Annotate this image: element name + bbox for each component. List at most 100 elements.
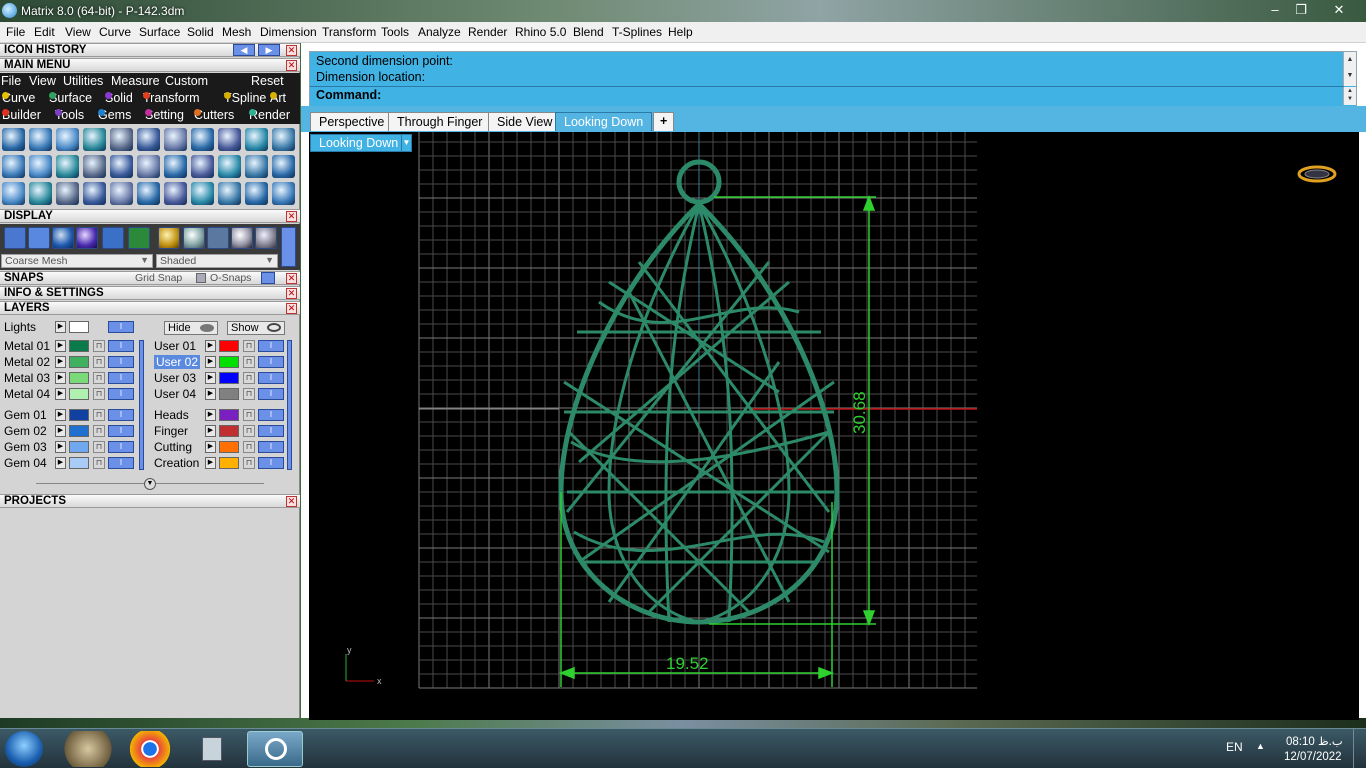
layer-color-swatch[interactable] [219, 457, 239, 469]
builder-surface[interactable]: Surface [49, 91, 92, 105]
builder-setting[interactable]: Setting [145, 108, 184, 122]
chrome-material-icon[interactable] [231, 227, 253, 249]
snaps-header[interactable]: SNAPS Grid Snap O-Snaps ✕ [0, 271, 300, 285]
layers-header[interactable]: LAYERS ✕ [0, 301, 300, 315]
main-menu-measure[interactable]: Measure [111, 74, 160, 88]
layer-name[interactable]: Cutting [154, 440, 192, 454]
close-button[interactable]: ✕ [1318, 1, 1360, 19]
icon-history-header[interactable]: ICON HISTORY ◀ ▶ ✕ [0, 43, 300, 57]
command-input-scrollbar[interactable]: ▲ ▼ [1343, 87, 1356, 105]
close-icon[interactable]: ✕ [286, 303, 297, 314]
layer-name[interactable]: User 01 [154, 339, 196, 353]
layer-visibility-toggle[interactable]: I [258, 340, 284, 352]
layer-color-swatch[interactable] [219, 356, 239, 368]
main-menu-utilities[interactable]: Utilities [63, 74, 103, 88]
builder-transform[interactable]: Transform [143, 91, 200, 105]
menu-dimension[interactable]: Dimension [260, 25, 317, 39]
builder-cutters[interactable]: Cutters [194, 108, 234, 122]
layer-color-swatch[interactable] [219, 441, 239, 453]
layer-row-user-04[interactable]: User 04 ▶ ⊓ I [150, 387, 290, 402]
gem-icon[interactable] [272, 128, 295, 151]
builder-tspline[interactable]: TSpline [224, 91, 266, 105]
layer-row-gem-02[interactable]: Gem 02 ▶ ⊓ I [0, 424, 140, 439]
lock-icon[interactable]: ⊓ [93, 409, 105, 421]
expand-arrow-icon[interactable]: ▶ [205, 388, 216, 400]
chain-icon[interactable] [2, 155, 25, 178]
display-off-icon[interactable] [255, 227, 277, 249]
layer-row-metal-04[interactable]: Metal 04 ▶ ⊓ I [0, 387, 140, 402]
layer-name[interactable]: Metal 02 [4, 355, 50, 369]
explode-icon[interactable] [164, 182, 187, 205]
main-menu-header[interactable]: MAIN MENU ✕ [0, 58, 300, 72]
layer-visibility-toggle[interactable]: I [108, 409, 134, 421]
layer-color-swatch[interactable] [69, 372, 89, 384]
tab-perspective[interactable]: Perspective [310, 112, 394, 131]
layer-color-swatch[interactable] [69, 321, 89, 333]
layer-visibility-toggle[interactable]: I [108, 321, 134, 333]
layer-color-swatch[interactable] [219, 340, 239, 352]
circle-icon[interactable] [272, 182, 295, 205]
layer-visibility-toggle[interactable]: I [108, 356, 134, 368]
show-layers-button[interactable]: Show [227, 321, 285, 335]
paint-icon[interactable] [60, 731, 116, 767]
viewport-canvas[interactable]: 19.52 30.68 y x [309, 132, 1359, 720]
history-back-arrow-icon[interactable]: ◀ [233, 44, 255, 56]
shade-mode-select[interactable]: Shaded ▼ [156, 254, 278, 268]
menu-surface[interactable]: Surface [139, 25, 180, 39]
gumball-icon[interactable] [28, 227, 50, 249]
arc-icon[interactable] [29, 182, 52, 205]
menu-view[interactable]: View [65, 25, 91, 39]
builder-solid[interactable]: Solid [105, 91, 133, 105]
menu-analyze[interactable]: Analyze [418, 25, 461, 39]
grid-snap-toggle[interactable]: Grid Snap [135, 272, 182, 284]
lock-icon[interactable]: ⊓ [243, 372, 255, 384]
expand-arrow-icon[interactable]: ▶ [55, 321, 66, 333]
bezel-icon[interactable] [191, 155, 214, 178]
expand-arrow-icon[interactable]: ▶ [205, 441, 216, 453]
layer-color-swatch[interactable] [219, 409, 239, 421]
tray-arrow-icon[interactable]: ▲ [1256, 741, 1265, 751]
mesh-quality-select[interactable]: Coarse Mesh ▼ [1, 254, 153, 268]
layer-row-gem-03[interactable]: Gem 03 ▶ ⊓ I [0, 440, 140, 455]
snaps-visibility-toggle[interactable] [261, 272, 275, 284]
menu-mesh[interactable]: Mesh [222, 25, 251, 39]
menu-tsplines[interactable]: T-Splines [612, 25, 662, 39]
lock-icon[interactable]: ⊓ [243, 457, 255, 469]
chip-icon[interactable] [137, 128, 160, 151]
menu-curve[interactable]: Curve [99, 25, 131, 39]
layer-color-swatch[interactable] [69, 409, 89, 421]
language-indicator[interactable]: EN [1226, 740, 1243, 754]
layer-color-swatch[interactable] [69, 356, 89, 368]
layer-color-swatch[interactable] [219, 372, 239, 384]
menu-blend[interactable]: Blend [573, 25, 604, 39]
layer-row-gem-01[interactable]: Gem 01 ▶ ⊓ I [0, 408, 140, 423]
expand-arrow-icon[interactable]: ▶ [55, 409, 66, 421]
trim-icon[interactable] [245, 182, 268, 205]
layer-visibility-toggle[interactable]: I [108, 441, 134, 453]
builder-gems[interactable]: Gems [98, 108, 131, 122]
builder-curve[interactable]: Curve [2, 91, 35, 105]
texture-icon[interactable] [56, 155, 79, 178]
script-icon[interactable] [272, 155, 295, 178]
sweep-icon[interactable] [191, 128, 214, 151]
expand-arrow-icon[interactable]: ▶ [55, 388, 66, 400]
layer-row-lights[interactable]: Lights ▶ I [0, 320, 150, 335]
menu-solid[interactable]: Solid [187, 25, 214, 39]
layer-visibility-toggle[interactable]: I [258, 372, 284, 384]
start-button[interactable] [5, 731, 43, 767]
close-icon[interactable]: ✕ [286, 273, 297, 284]
chrome-icon[interactable] [122, 731, 178, 767]
layer-color-swatch[interactable] [219, 425, 239, 437]
builder-render[interactable]: Render [249, 108, 290, 122]
paper-icon[interactable] [110, 155, 133, 178]
layer-row-gem-04[interactable]: Gem 04 ▶ ⊓ I [0, 456, 140, 471]
expand-panel-icon[interactable]: ▼ [144, 478, 156, 490]
maximize-button[interactable]: ❐ [1288, 1, 1314, 19]
layer-visibility-toggle[interactable]: I [258, 409, 284, 421]
projects-header[interactable]: PROJECTS ✕ [0, 494, 300, 508]
wireframe-icon[interactable] [4, 227, 26, 249]
history-forward-arrow-icon[interactable]: ▶ [258, 44, 280, 56]
command-history-scrollbar[interactable]: ▲ ▼ [1343, 52, 1356, 86]
tab-through-finger[interactable]: Through Finger [388, 112, 492, 131]
layer-row-creation[interactable]: Creation ▶ ⊓ I [150, 456, 290, 471]
